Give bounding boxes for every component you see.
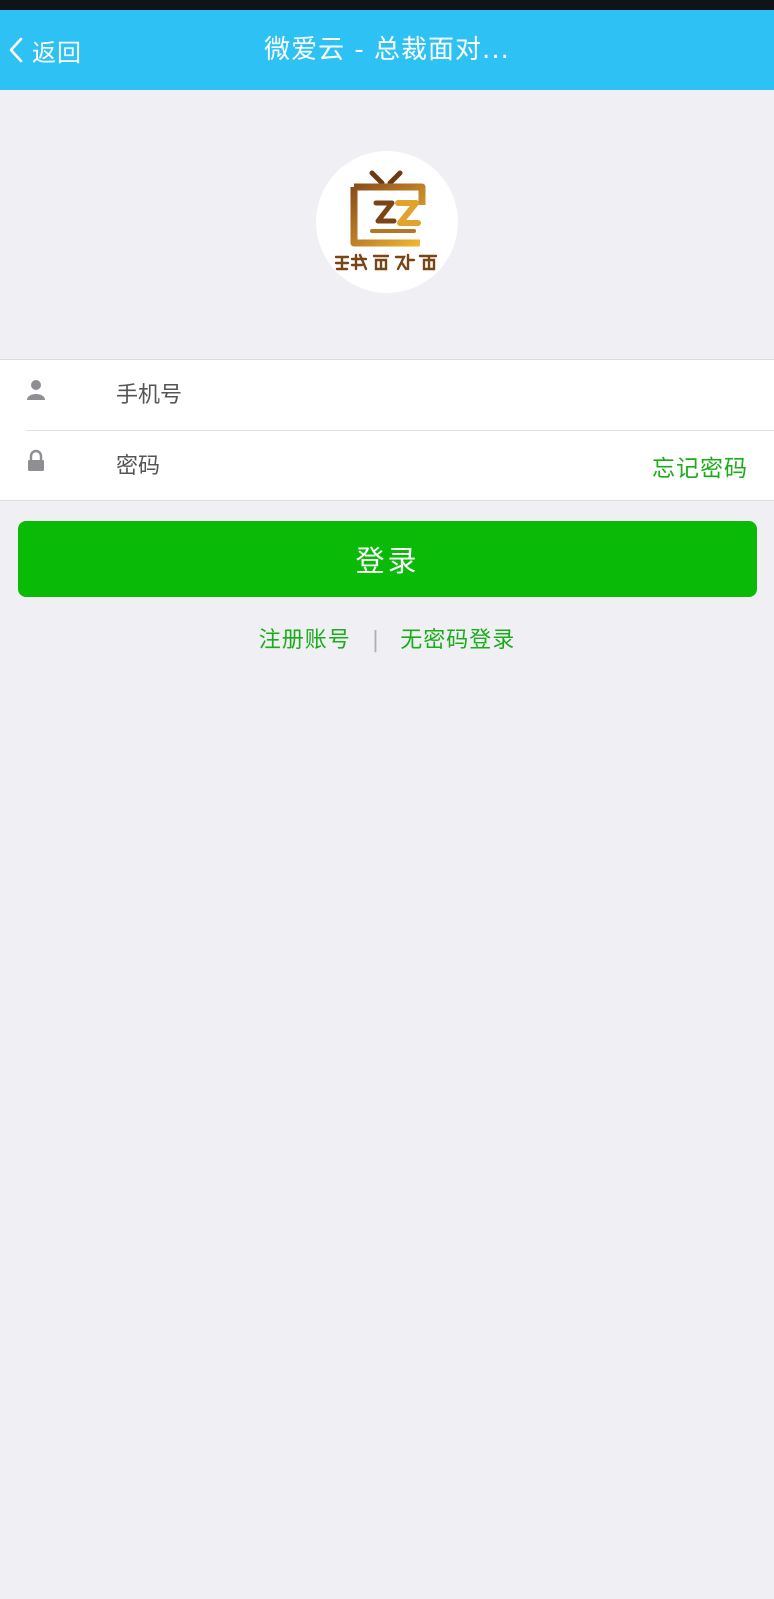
- back-label: 返回: [32, 38, 82, 67]
- forgot-password-link[interactable]: 忘记密码: [652, 449, 748, 483]
- app-logo: [316, 151, 458, 293]
- auth-links: 注册账号 | 无密码登录: [0, 623, 774, 659]
- status-bar: [0, 0, 774, 10]
- phone-row: [0, 360, 774, 431]
- chevron-left-icon: [9, 37, 23, 63]
- password-row: 忘记密码: [0, 431, 774, 501]
- login-button[interactable]: 登录: [18, 521, 757, 597]
- phone-input[interactable]: [116, 375, 596, 415]
- tv-logo-icon: [330, 170, 444, 271]
- user-icon: [27, 380, 45, 400]
- back-button[interactable]: 返回: [8, 32, 82, 68]
- login-form: 忘记密码: [0, 359, 774, 501]
- lock-icon: [28, 449, 44, 471]
- page-title: 微爱云 - 总裁面对...: [264, 35, 510, 65]
- register-link[interactable]: 注册账号: [259, 628, 351, 653]
- link-separator: |: [371, 628, 380, 653]
- passwordless-login-link[interactable]: 无密码登录: [400, 628, 515, 653]
- navigation-bar: 返回 微爱云 - 总裁面对...: [0, 10, 774, 90]
- password-input[interactable]: [116, 446, 596, 486]
